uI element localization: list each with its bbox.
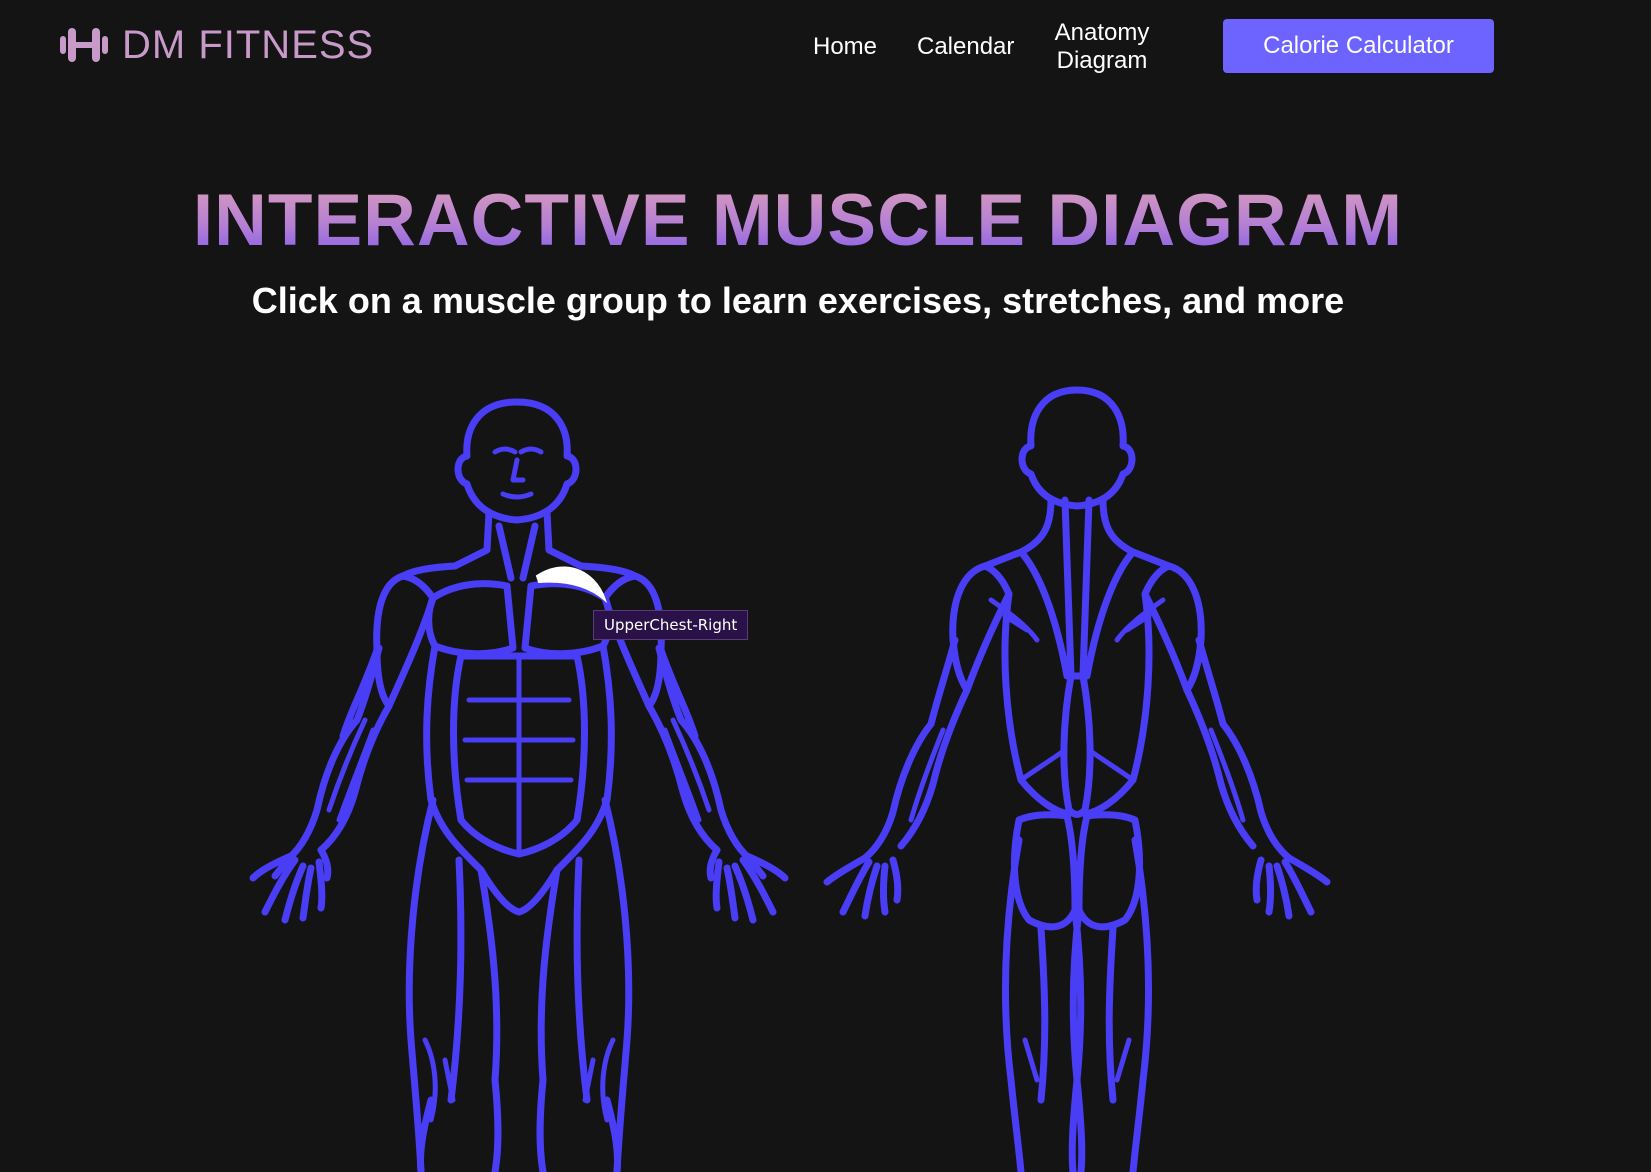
hand-left[interactable] [249,846,332,924]
trapezius-back[interactable] [981,496,1173,680]
hand-back-left[interactable] [823,854,902,920]
shin-right[interactable] [536,1076,621,1172]
nav-calendar[interactable]: Calendar [917,33,1014,61]
nav-anatomy-diagram[interactable]: Anatomy Diagram [1054,19,1150,75]
triceps-right[interactable] [1183,636,1293,862]
hand-back-right[interactable] [1252,854,1331,920]
face-details [492,446,544,500]
nav-anatomy-line2: Diagram [1056,47,1148,74]
page-title: INTERACTIVE MUSCLE DIAGRAM [0,176,1596,266]
glute-right[interactable] [1075,811,1144,931]
erector-lines [1018,747,1136,783]
dumbbell-icon [60,28,108,62]
forearm-back-lines [908,727,1246,823]
nav-home[interactable]: Home [813,33,877,61]
nav-anatomy-line1: Anatomy [1054,19,1150,46]
trapezius-front[interactable] [399,562,639,580]
rear-deltoid-right[interactable] [1141,562,1205,694]
shin-left[interactable] [417,1076,502,1172]
chest-left[interactable] [425,580,517,658]
groin[interactable] [477,866,561,916]
page-subtitle: Click on a muscle group to learn exercis… [251,280,1345,321]
front-body-diagram [249,398,795,1172]
brand-logo[interactable]: DM FITNESS [58,24,374,66]
abs-segments [462,653,576,853]
infraspinatus-lines [988,597,1166,643]
back-body-diagram [815,386,1355,1172]
deltoid-left[interactable] [373,572,437,710]
arm-left[interactable] [271,644,393,880]
quad-left[interactable] [405,796,501,1172]
hand-right[interactable] [706,846,789,924]
muscle-tooltip: UpperChest-Right [593,610,749,640]
lower-back[interactable] [1060,672,1094,818]
head-back[interactable] [1018,386,1136,510]
triceps-left[interactable] [861,636,971,862]
glute-left[interactable] [1010,811,1079,931]
rear-deltoid-left[interactable] [949,562,1013,694]
quad-right[interactable] [537,796,633,1172]
brand-name: DM FITNESS [122,23,375,67]
page: DM FITNESS Home Calendar Anatomy Diagram… [0,0,1651,1172]
deltoid-right[interactable] [601,572,665,710]
calorie-calculator-button[interactable]: Calorie Calculator [1223,19,1494,73]
arm-right[interactable] [645,644,767,880]
